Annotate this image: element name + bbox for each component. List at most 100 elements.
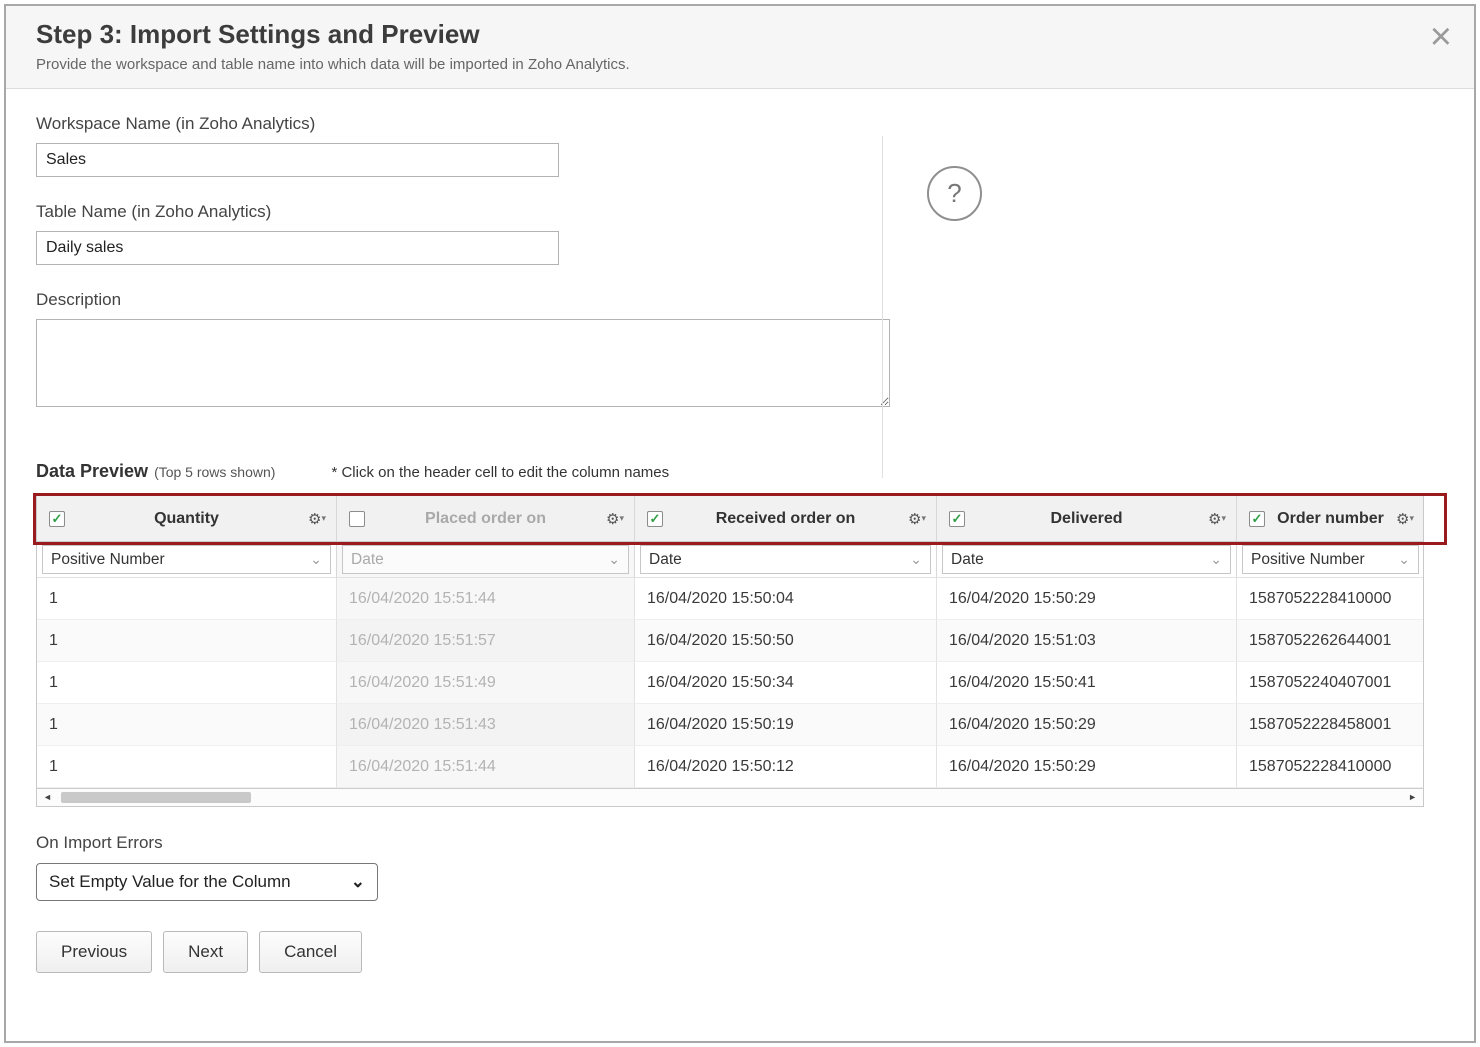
column-type-select[interactable]: Positive Number ⌄ <box>42 545 331 574</box>
table-name-label: Table Name (in Zoho Analytics) <box>36 202 1444 222</box>
chevron-down-icon: ⌄ <box>904 551 922 568</box>
column-type-label: Positive Number <box>1251 551 1365 569</box>
column-type-cell: Date⌄ <box>337 542 635 578</box>
caret-down-icon: ▾ <box>921 513 926 524</box>
data-preview-subtitle: (Top 5 rows shown) <box>154 464 275 480</box>
gear-button[interactable]: ⚙▾ <box>308 510 326 528</box>
table-cell: 16/04/2020 15:51:57 <box>337 620 635 662</box>
chevron-down-icon: ⌄ <box>602 551 620 568</box>
help-icon[interactable]: ? <box>927 166 982 221</box>
caret-down-icon: ▾ <box>1221 513 1226 524</box>
caret-down-icon: ▾ <box>619 513 624 524</box>
table-cell: 16/04/2020 15:50:29 <box>937 578 1237 620</box>
column-name[interactable]: Quantity <box>65 510 308 528</box>
column-header[interactable]: Placed order on⚙▾ <box>337 496 635 542</box>
column-name[interactable]: Delivered <box>965 510 1208 528</box>
scroll-right-icon[interactable]: ► <box>1408 792 1417 802</box>
table-cell: 16/04/2020 15:50:50 <box>635 620 937 662</box>
table-cell: 16/04/2020 15:51:43 <box>337 704 635 746</box>
column-name[interactable]: Received order on <box>663 510 908 528</box>
next-button[interactable]: Next <box>163 931 248 973</box>
data-preview-heading: Data Preview (Top 5 rows shown) * Click … <box>36 461 1444 482</box>
table-cell: 1 <box>37 620 337 662</box>
column-header[interactable]: ✓Order number⚙▾ <box>1237 496 1423 542</box>
column-checkbox[interactable]: ✓ <box>1249 511 1265 527</box>
gear-icon: ⚙ <box>1396 510 1409 528</box>
scrollbar-thumb[interactable] <box>61 792 251 803</box>
gear-button[interactable]: ⚙▾ <box>606 510 624 528</box>
chevron-down-icon: ⌄ <box>351 872 365 892</box>
column-type-cell: Date⌄ <box>635 542 937 578</box>
table-cell: 1 <box>37 662 337 704</box>
column-type-cell: Date⌄ <box>937 542 1237 578</box>
table-cell: 16/04/2020 15:50:19 <box>635 704 937 746</box>
column-type-select[interactable]: Date⌄ <box>942 545 1231 574</box>
table-cell: 1 <box>37 704 337 746</box>
gear-icon: ⚙ <box>1208 510 1221 528</box>
close-icon[interactable]: × <box>1430 22 1452 52</box>
on-import-errors-label: On Import Errors <box>36 833 1444 853</box>
data-preview-title: Data Preview <box>36 461 148 482</box>
dialog-header: Step 3: Import Settings and Preview Prov… <box>6 6 1474 89</box>
previous-button[interactable]: Previous <box>36 931 152 973</box>
cancel-button[interactable]: Cancel <box>259 931 362 973</box>
table-cell: 1587052228410000 <box>1237 578 1423 620</box>
column-type-cell: Positive Number ⌄ <box>37 542 337 578</box>
table-cell: 1587052228410000 <box>1237 746 1423 788</box>
column-checkbox[interactable]: ✓ <box>647 511 663 527</box>
column-type-select[interactable]: Date⌄ <box>342 545 629 574</box>
table-cell: 16/04/2020 15:50:29 <box>937 704 1237 746</box>
preview-grid: ✓Quantity⚙▾Positive Number⌄11111Placed o… <box>37 496 1423 788</box>
column-type-label: Positive Number <box>51 551 165 569</box>
table-cell: 1 <box>37 746 337 788</box>
column-checkbox[interactable] <box>349 511 365 527</box>
table-cell: 16/04/2020 15:51:44 <box>337 746 635 788</box>
description-textarea[interactable] <box>36 319 890 407</box>
column-type-select[interactable]: Positive Number ⌄ <box>1242 545 1419 574</box>
description-label: Description <box>36 290 1444 310</box>
dialog-body: ? Workspace Name (in Zoho Analytics) Tab… <box>6 114 1474 973</box>
table-cell: 16/04/2020 15:50:29 <box>937 746 1237 788</box>
workspace-name-input[interactable] <box>36 143 559 177</box>
column-type-select[interactable]: Date⌄ <box>640 545 931 574</box>
action-buttons: Previous Next Cancel <box>36 931 1444 973</box>
chevron-down-icon: ⌄ <box>1392 551 1410 568</box>
on-import-errors-value: Set Empty Value for the Column <box>49 872 291 892</box>
gear-icon: ⚙ <box>308 510 321 528</box>
table-cell: 1587052228458001 <box>1237 704 1423 746</box>
data-preview-hint: * Click on the header cell to edit the c… <box>331 464 669 481</box>
gear-button[interactable]: ⚙▾ <box>1208 510 1226 528</box>
column-name[interactable]: Order number <box>1265 510 1396 528</box>
data-preview-table: ✓Quantity⚙▾Positive Number⌄11111Placed o… <box>36 495 1424 807</box>
table-cell: 16/04/2020 15:50:41 <box>937 662 1237 704</box>
table-cell: 16/04/2020 15:50:04 <box>635 578 937 620</box>
gear-icon: ⚙ <box>908 510 921 528</box>
gear-button[interactable]: ⚙▾ <box>908 510 926 528</box>
gear-icon: ⚙ <box>606 510 619 528</box>
column-checkbox[interactable]: ✓ <box>949 511 965 527</box>
column-header[interactable]: ✓Quantity⚙▾ <box>37 496 337 542</box>
scroll-left-icon[interactable]: ◄ <box>43 792 52 802</box>
horizontal-scrollbar[interactable]: ◄ ► <box>37 788 1423 806</box>
column-header[interactable]: ✓Received order on⚙▾ <box>635 496 937 542</box>
vertical-divider <box>882 136 883 478</box>
import-settings-dialog: Step 3: Import Settings and Preview Prov… <box>4 4 1476 1043</box>
table-cell: 16/04/2020 15:51:03 <box>937 620 1237 662</box>
table-name-input[interactable] <box>36 231 559 265</box>
table-cell: 16/04/2020 15:50:12 <box>635 746 937 788</box>
table-cell: 16/04/2020 15:51:44 <box>337 578 635 620</box>
column-header[interactable]: ✓Delivered⚙▾ <box>937 496 1237 542</box>
chevron-down-icon: ⌄ <box>304 551 322 568</box>
page-subtitle: Provide the workspace and table name int… <box>36 56 1444 73</box>
table-cell: 1587052262644001 <box>1237 620 1423 662</box>
gear-button[interactable]: ⚙▾ <box>1396 510 1414 528</box>
column-checkbox[interactable]: ✓ <box>49 511 65 527</box>
workspace-name-label: Workspace Name (in Zoho Analytics) <box>36 114 1444 134</box>
column-type-cell: Positive Number ⌄ <box>1237 542 1423 578</box>
on-import-errors-select[interactable]: Set Empty Value for the Column ⌄ <box>36 863 378 901</box>
column-name[interactable]: Placed order on <box>365 510 606 528</box>
column-type-label: Date <box>951 551 984 569</box>
caret-down-icon: ▾ <box>1409 513 1414 524</box>
table-cell: 1 <box>37 578 337 620</box>
page-title: Step 3: Import Settings and Preview <box>36 19 1444 50</box>
